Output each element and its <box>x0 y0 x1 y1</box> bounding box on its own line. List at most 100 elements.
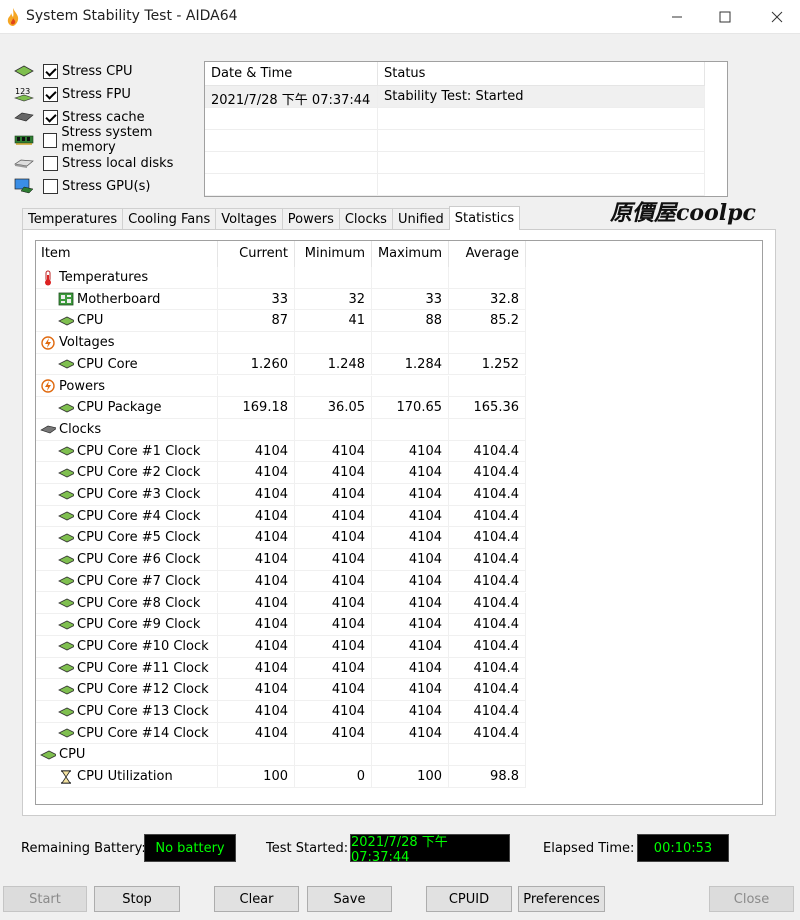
stress-disks-option[interactable]: Stress local disks <box>14 152 204 174</box>
motherboard-icon <box>58 292 74 306</box>
start-button[interactable]: Start <box>3 886 87 912</box>
stress-fpu-option[interactable]: 123 Stress FPU <box>14 83 204 105</box>
stress-memory-option[interactable]: Stress system memory <box>14 125 204 155</box>
row-item: CPU Utilization <box>36 766 218 788</box>
row-item: CPU Core #10 Clock <box>36 635 218 657</box>
row-average: 4104.4 <box>449 592 526 614</box>
row-minimum: 1.248 <box>295 353 372 375</box>
header-average[interactable]: Average <box>449 241 526 267</box>
table-row[interactable]: CPU Package 169.18 36.05 170.65 165.36 <box>36 397 526 419</box>
row-current <box>218 744 295 766</box>
row-item: Powers <box>36 375 218 397</box>
row-maximum <box>372 332 449 354</box>
status-log[interactable]: Date & Time Status 2021/7/28 下午 07:37:44… <box>204 61 728 197</box>
close-button[interactable]: Close <box>709 886 794 912</box>
tab-powers[interactable]: Powers <box>281 208 340 230</box>
table-group-row[interactable]: Powers <box>36 375 526 398</box>
stress-cache-label: Stress cache <box>62 109 145 125</box>
row-label: Voltages <box>59 335 115 351</box>
stress-gpu-checkbox[interactable] <box>43 178 58 194</box>
clear-button[interactable]: Clear <box>214 886 299 912</box>
table-row[interactable]: CPU Core #11 Clock 4104 4104 4104 4104.4 <box>36 657 526 680</box>
fpu-123-icon: 123 <box>14 86 34 102</box>
row-current: 4104 <box>218 527 295 549</box>
title-bar[interactable]: System Stability Test - AIDA64 <box>0 0 800 34</box>
row-label: CPU Core #6 Clock <box>77 552 201 568</box>
stop-button[interactable]: Stop <box>94 886 180 912</box>
stress-cpu-option[interactable]: Stress CPU <box>14 60 204 82</box>
table-group-row[interactable]: Voltages <box>36 332 526 354</box>
tab-voltages[interactable]: Voltages <box>215 208 283 230</box>
row-average: 4104.4 <box>449 614 526 636</box>
row-minimum <box>295 375 372 397</box>
minimize-button[interactable] <box>654 0 700 34</box>
cpuid-button[interactable]: CPUID <box>426 886 512 912</box>
stress-fpu-checkbox[interactable] <box>43 86 58 102</box>
table-row[interactable]: CPU Core #14 Clock 4104 4104 4104 4104.4 <box>36 722 526 745</box>
log-header-status[interactable]: Status <box>378 62 705 85</box>
save-button[interactable]: Save <box>307 886 392 912</box>
table-row[interactable]: CPU Core #12 Clock 4104 4104 4104 4104.4 <box>36 679 526 701</box>
table-row[interactable]: CPU 87 41 88 85.2 <box>36 310 526 333</box>
table-row[interactable]: CPU Core #8 Clock 4104 4104 4104 4104.4 <box>36 592 526 615</box>
statistics-panel: Item Current Minimum Maximum Average Tem… <box>22 229 776 816</box>
header-minimum[interactable]: Minimum <box>295 241 372 267</box>
row-maximum: 4104 <box>372 505 449 527</box>
table-row[interactable]: CPU Utilization 100 0 100 98.8 <box>36 766 526 788</box>
log-row[interactable]: 2021/7/28 下午 07:37:44 Stability Test: St… <box>205 86 705 108</box>
header-maximum[interactable]: Maximum <box>372 241 449 267</box>
svg-text:123: 123 <box>15 87 30 96</box>
table-row[interactable]: CPU Core 1.260 1.248 1.284 1.252 <box>36 353 526 376</box>
tab-statistics[interactable]: Statistics <box>448 206 521 230</box>
row-label: Motherboard <box>77 291 161 307</box>
row-average: 4104.4 <box>449 462 526 484</box>
maximize-button[interactable] <box>702 0 748 34</box>
cpu-chip-icon <box>58 444 74 458</box>
row-current: 33 <box>218 288 295 310</box>
header-item[interactable]: Item <box>36 241 218 267</box>
table-row[interactable]: CPU Core #9 Clock 4104 4104 4104 4104.4 <box>36 614 526 636</box>
log-header-datetime[interactable]: Date & Time <box>205 62 378 85</box>
table-group-row[interactable]: Temperatures <box>36 267 526 289</box>
close-window-button[interactable] <box>754 0 800 34</box>
row-item: CPU <box>36 310 218 332</box>
flame-icon <box>7 8 19 26</box>
log-header: Date & Time Status <box>205 62 705 86</box>
table-row[interactable]: CPU Core #6 Clock 4104 4104 4104 4104.4 <box>36 549 526 571</box>
tab-temperatures[interactable]: Temperatures <box>22 208 124 230</box>
table-row[interactable]: CPU Core #10 Clock 4104 4104 4104 4104.4 <box>36 635 526 658</box>
statistics-table[interactable]: Item Current Minimum Maximum Average Tem… <box>35 240 763 805</box>
table-row[interactable]: CPU Core #5 Clock 4104 4104 4104 4104.4 <box>36 527 526 550</box>
table-row[interactable]: Motherboard 33 32 33 32.8 <box>36 288 526 311</box>
stress-disks-checkbox[interactable] <box>43 155 58 171</box>
tab-cooling-fans[interactable]: Cooling Fans <box>122 208 217 230</box>
row-label: CPU Utilization <box>77 769 173 785</box>
hourglass-icon <box>58 769 74 784</box>
battery-value: No battery <box>144 834 236 862</box>
row-maximum: 4104 <box>372 614 449 636</box>
tab-clocks[interactable]: Clocks <box>338 208 393 230</box>
table-row[interactable]: CPU Core #4 Clock 4104 4104 4104 4104.4 <box>36 505 526 528</box>
table-row[interactable]: CPU Core #2 Clock 4104 4104 4104 4104.4 <box>36 462 526 484</box>
table-row[interactable]: CPU Core #3 Clock 4104 4104 4104 4104.4 <box>36 484 526 506</box>
row-maximum: 4104 <box>372 722 449 744</box>
table-row[interactable]: CPU Core #13 Clock 4104 4104 4104 4104.4 <box>36 701 526 723</box>
table-group-row[interactable]: CPU <box>36 744 526 767</box>
tab-unified[interactable]: Unified <box>391 208 450 230</box>
row-label: CPU <box>59 747 86 763</box>
table-row[interactable]: CPU Core #7 Clock 4104 4104 4104 4104.4 <box>36 570 526 593</box>
stress-gpu-option[interactable]: Stress GPU(s) <box>14 175 204 197</box>
row-item: Motherboard <box>36 288 218 310</box>
stress-memory-checkbox[interactable] <box>43 132 58 148</box>
table-row[interactable]: CPU Core #1 Clock 4104 4104 4104 4104.4 <box>36 440 526 463</box>
stress-cpu-checkbox[interactable] <box>43 63 58 79</box>
header-current[interactable]: Current <box>218 241 295 267</box>
stress-cache-checkbox[interactable] <box>43 109 58 125</box>
row-minimum: 32 <box>295 288 372 310</box>
table-group-row[interactable]: Clocks <box>36 418 526 441</box>
brand-watermark: 原價屋coolpc <box>610 200 756 226</box>
cpu-chip-icon <box>58 726 74 740</box>
preferences-button[interactable]: Preferences <box>518 886 605 912</box>
row-average: 4104.4 <box>449 570 526 592</box>
row-average: 32.8 <box>449 288 526 310</box>
